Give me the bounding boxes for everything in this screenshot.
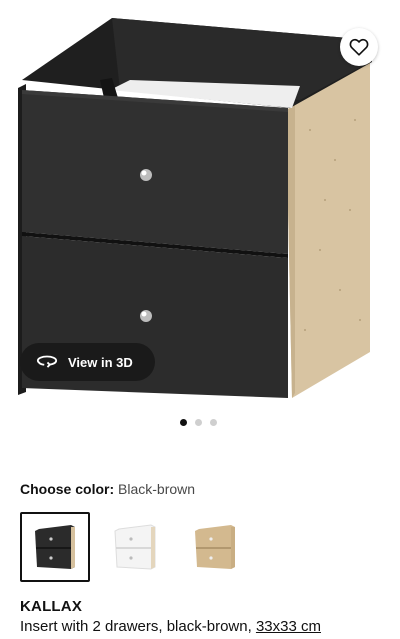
choose-color-label: Choose color: — [20, 481, 115, 497]
view-in-3d-label: View in 3D — [68, 354, 133, 370]
pagination-dot[interactable] — [195, 419, 202, 426]
heart-icon — [349, 38, 369, 56]
rotate-3d-icon — [36, 355, 58, 368]
selected-color-value: Black-brown — [118, 481, 196, 497]
product-name: KALLAX — [20, 598, 83, 615]
product-image-gallery[interactable]: View in 3D — [0, 0, 400, 405]
gallery-pagination — [180, 419, 217, 426]
swatch-black-brown[interactable] — [20, 512, 90, 582]
wishlist-button[interactable] — [340, 28, 378, 66]
view-in-3d-button[interactable]: View in 3D — [20, 343, 155, 381]
product-description: Insert with 2 drawers, black-brown, 33x3… — [20, 618, 321, 635]
product-description-text: Insert with 2 drawers, black-brown, — [20, 618, 252, 635]
pagination-dot[interactable] — [180, 419, 187, 426]
white-insert-thumbnail — [114, 524, 156, 570]
color-picker-label: Choose color: Black-brown — [20, 481, 195, 497]
size-link[interactable]: 33x33 cm — [256, 618, 321, 635]
swatch-oak-effect[interactable] — [180, 512, 250, 582]
color-swatches — [20, 512, 250, 582]
swatch-white[interactable] — [100, 512, 170, 582]
black-brown-insert-thumbnail — [35, 525, 75, 569]
pagination-dot[interactable] — [210, 419, 217, 426]
oak-insert-thumbnail — [195, 525, 235, 569]
